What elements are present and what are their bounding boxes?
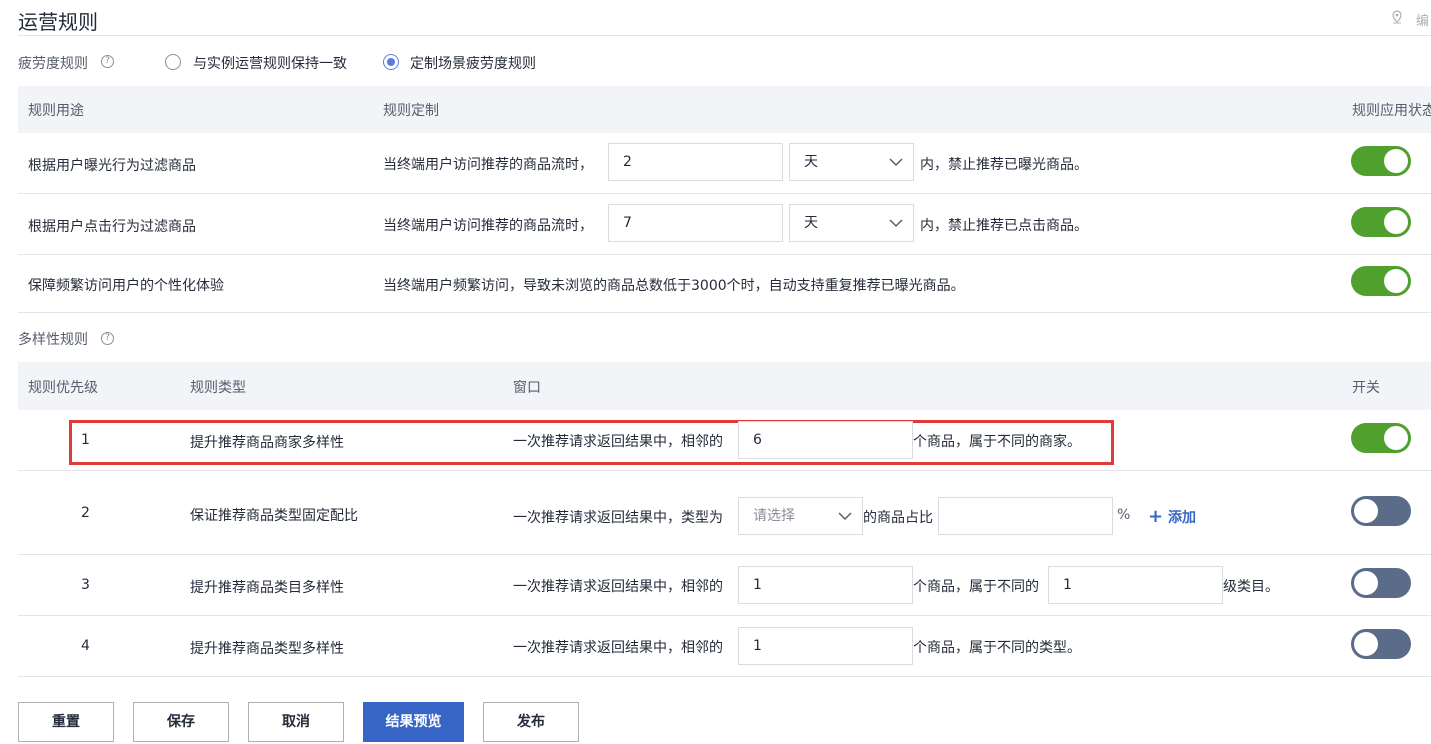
window-count-input[interactable]: 6 [738, 421, 913, 459]
header-usage: 规则用途 [28, 103, 84, 119]
percent-sign: % [1117, 507, 1131, 523]
ratio-input[interactable] [938, 497, 1113, 535]
table-row-usage: 根据用户曝光行为过滤商品 [28, 158, 196, 174]
rule-text-prefix: 当终端用户访问推荐的商品流时， [383, 157, 593, 173]
cancel-button[interactable]: 取消 [248, 702, 344, 742]
type-select-placeholder: 请选择 [753, 508, 795, 524]
row-divider [18, 615, 1431, 616]
row-divider [18, 470, 1431, 471]
chevron-down-icon [889, 158, 903, 167]
window-text-prefix: 一次推荐请求返回结果中，相邻的 [513, 640, 723, 656]
add-button[interactable]: + 添加 [1148, 506, 1196, 527]
radio-custom[interactable] [383, 54, 399, 70]
edit-link[interactable]: 编 [1416, 10, 1429, 29]
row-divider [18, 676, 1431, 677]
window-text-mid: 个商品，属于不同的 [913, 579, 1039, 595]
location-icon[interactable] [1391, 10, 1403, 24]
window-count-input[interactable]: 1 [738, 566, 913, 604]
window-text-mid: 的商品占比 [863, 510, 933, 526]
rule-text-suffix: 内，禁止推荐已曝光商品。 [920, 157, 1088, 173]
title-divider [18, 35, 1431, 36]
unit-select-value: 天 [804, 215, 818, 231]
radio-inherit-label[interactable]: 与实例运营规则保持一致 [193, 53, 347, 73]
help-icon[interactable]: ? [101, 55, 114, 68]
category-level-input[interactable]: 1 [1048, 566, 1223, 604]
radio-custom-label[interactable]: 定制场景疲劳度规则 [410, 53, 536, 73]
chevron-down-icon [838, 512, 852, 521]
preview-button[interactable]: 结果预览 [363, 702, 464, 742]
toggle-switch[interactable] [1351, 146, 1411, 176]
window-text-suffix: 级类目。 [1223, 579, 1279, 595]
plus-icon: + [1148, 506, 1164, 527]
toggle-switch[interactable] [1351, 207, 1411, 237]
days-input[interactable]: 7 [608, 204, 783, 242]
rule-text-prefix: 当终端用户访问推荐的商品流时， [383, 218, 593, 234]
help-icon[interactable]: ? [101, 332, 114, 345]
table-row-usage: 保障频繁访问用户的个性化体验 [28, 278, 224, 294]
unit-select[interactable]: 天 [789, 204, 914, 242]
unit-select-value: 天 [804, 154, 818, 170]
header-custom: 规则定制 [383, 103, 439, 119]
add-label: 添加 [1167, 510, 1196, 526]
window-text-prefix: 一次推荐请求返回结果中，相邻的 [513, 434, 723, 450]
type-select[interactable]: 请选择 [738, 497, 863, 535]
page-title: 运营规则 [18, 10, 98, 34]
header-type: 规则类型 [190, 380, 246, 396]
window-count-input[interactable]: 1 [738, 627, 913, 665]
table-row-type: 提升推荐商品类目多样性 [190, 580, 344, 596]
table-row-priority: 2 [81, 505, 90, 521]
table-row-type: 提升推荐商品类型多样性 [190, 641, 344, 657]
toggle-switch[interactable] [1351, 423, 1411, 453]
toggle-switch[interactable] [1351, 496, 1411, 526]
table-row-priority: 1 [81, 432, 90, 448]
window-text-suffix: 个商品，属于不同的类型。 [913, 640, 1081, 656]
radio-inherit[interactable] [165, 54, 181, 70]
header-priority: 规则优先级 [28, 380, 98, 396]
window-text-suffix: 个商品，属于不同的商家。 [913, 434, 1081, 450]
fatigue-table-header [18, 86, 1431, 133]
table-row-usage: 根据用户点击行为过滤商品 [28, 219, 196, 235]
header-window: 窗口 [513, 380, 541, 396]
publish-button[interactable]: 发布 [483, 702, 579, 742]
reset-button[interactable]: 重置 [18, 702, 114, 742]
row-divider [18, 554, 1431, 555]
toggle-switch[interactable] [1351, 568, 1411, 598]
chevron-down-icon [889, 219, 903, 228]
table-row-priority: 4 [81, 638, 90, 654]
unit-select[interactable]: 天 [789, 143, 914, 181]
row-divider [18, 312, 1431, 313]
table-row-priority: 3 [81, 577, 90, 593]
row-divider [18, 193, 1431, 194]
diversity-rule-label: 多样性规则 [18, 332, 88, 348]
row-divider [18, 254, 1431, 255]
fatigue-rule-label: 疲劳度规则 [18, 56, 88, 72]
header-switch: 开关 [1352, 380, 1380, 396]
header-status: 规则应用状态 [1352, 103, 1431, 119]
window-text-prefix: 一次推荐请求返回结果中，相邻的 [513, 579, 723, 595]
save-button[interactable]: 保存 [133, 702, 229, 742]
window-text-prefix: 一次推荐请求返回结果中，类型为 [513, 510, 723, 526]
rule-text-suffix: 内，禁止推荐已点击商品。 [920, 218, 1088, 234]
toggle-switch[interactable] [1351, 266, 1411, 296]
rule-text: 当终端用户频繁访问，导致未浏览的商品总数低于3000个时，自动支持重复推荐已曝光… [383, 278, 965, 294]
days-input[interactable]: 2 [608, 143, 783, 181]
table-row-type: 保证推荐商品类型固定配比 [190, 508, 358, 524]
toggle-switch[interactable] [1351, 629, 1411, 659]
table-row-type: 提升推荐商品商家多样性 [190, 435, 344, 451]
